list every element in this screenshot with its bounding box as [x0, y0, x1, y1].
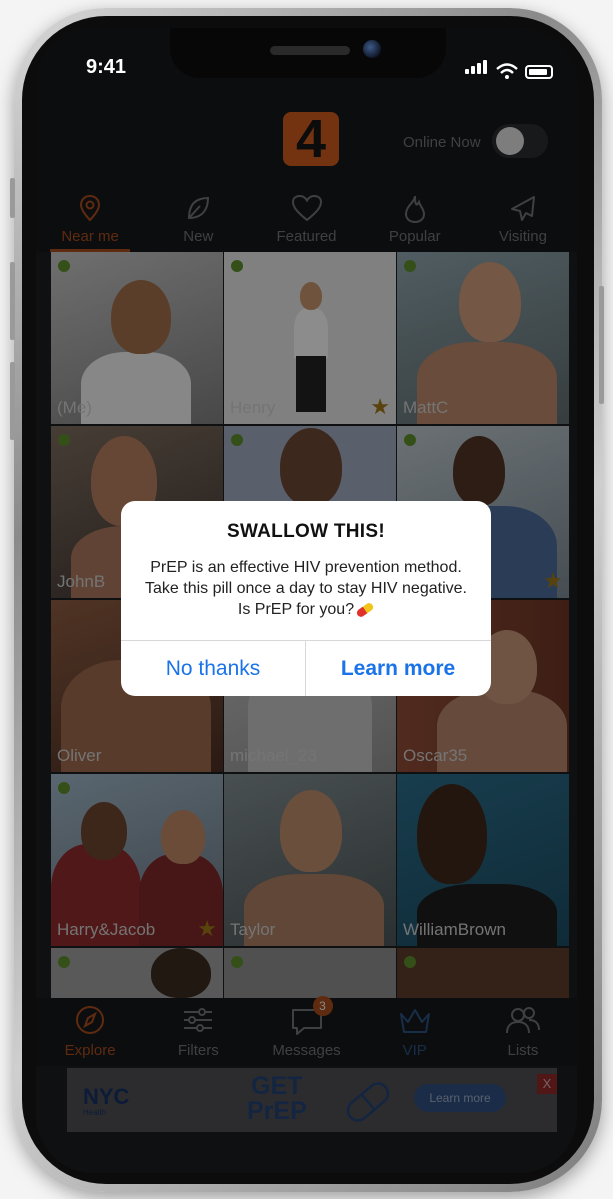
volume-up-button [10, 262, 15, 340]
volume-down-button [10, 362, 15, 440]
app-screen: 4 Online Now 9:41 Near me New Featured P… [36, 28, 577, 1173]
notch [170, 28, 446, 78]
prep-alert-dialog: SWALLOW THIS! PrEP is an effective HIV p… [121, 501, 491, 696]
mute-switch [10, 178, 15, 218]
status-icons [465, 60, 553, 79]
signal-icon [465, 60, 489, 79]
dialog-title: SWALLOW THIS! [227, 521, 385, 542]
power-button [599, 286, 604, 404]
speaker [270, 46, 350, 55]
battery-icon [525, 65, 553, 79]
front-camera [363, 40, 381, 58]
pill-emoji-icon [355, 601, 375, 619]
dialog-message: PrEP is an effective HIV prevention meth… [145, 559, 467, 618]
learn-more-button[interactable]: Learn more [306, 641, 490, 696]
no-thanks-button[interactable]: No thanks [121, 641, 305, 696]
wifi-icon [496, 63, 518, 79]
dialog-message-wrap: PrEP is an effective HIV prevention meth… [141, 557, 471, 620]
status-time: 9:41 [86, 56, 127, 78]
